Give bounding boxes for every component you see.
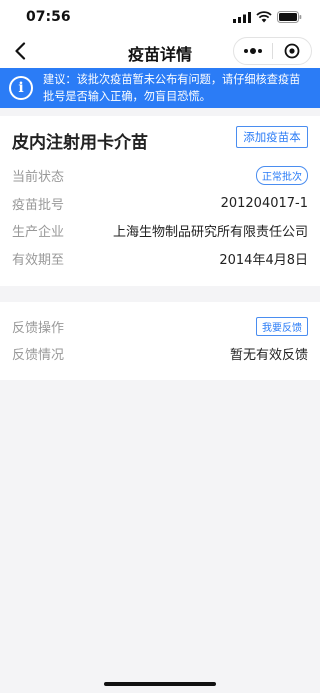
feedback-action-row: 反馈操作 我要反馈 <box>12 316 308 336</box>
status-label: 当前状态 <box>12 169 65 185</box>
notice-banner: i 建议：该批次疫苗暂未公布有问题，请仔细核查疫苗批号是否输入正确，勿盲目恐慌。 <box>0 68 320 108</box>
cellular-signal-icon <box>233 11 251 23</box>
target-circle-icon <box>284 43 300 59</box>
wifi-icon <box>256 11 272 23</box>
miniprogram-capsule <box>233 37 312 65</box>
status-row: 当前状态 正常批次 <box>12 165 308 185</box>
system-icons <box>233 11 302 23</box>
feedback-card: 反馈操作 我要反馈 反馈情况 暂无有效反馈 <box>0 302 320 380</box>
expiry-value: 2014年4月8日 <box>219 252 308 268</box>
give-feedback-button[interactable]: 我要反馈 <box>256 316 308 336</box>
status-badge: 正常批次 <box>256 165 308 185</box>
batch-number-value: 201204017-1 <box>220 195 308 211</box>
notice-text: 建议：该批次疫苗暂未公布有问题，请仔细核查疫苗批号是否输入正确，勿盲目恐慌。 <box>43 73 301 103</box>
feedback-status-label: 反馈情况 <box>12 347 65 363</box>
status-bar: 07:56 <box>0 0 320 34</box>
manufacturer-value: 上海生物制品研究所有限责任公司 <box>112 224 308 240</box>
info-icon: i <box>9 76 33 100</box>
feedback-action-label: 反馈操作 <box>12 320 65 336</box>
manufacturer-label: 生产企业 <box>12 224 65 240</box>
expiry-row: 有效期至 2014年4月8日 <box>12 248 308 268</box>
navigation-bar: 疫苗详情 <box>0 34 320 68</box>
manufacturer-row: 生产企业 上海生物制品研究所有限责任公司 <box>12 220 308 240</box>
expiry-label: 有效期至 <box>12 252 65 268</box>
home-indicator[interactable] <box>104 682 216 686</box>
more-dots-icon <box>244 48 262 54</box>
vaccine-name: 皮内注射用卡介苗 <box>12 133 148 153</box>
feedback-status-row: 反馈情况 暂无有效反馈 <box>12 343 308 363</box>
vaccine-info-card: 皮内注射用卡介苗 添加疫苗本 当前状态 正常批次 疫苗批号 201204017-… <box>0 116 320 286</box>
add-vaccine-book-button[interactable]: 添加疫苗本 <box>236 126 308 148</box>
batch-number-label: 疫苗批号 <box>12 197 65 213</box>
status-time: 07:56 <box>26 9 71 25</box>
more-button[interactable] <box>234 38 272 64</box>
batch-number-row: 疫苗批号 201204017-1 <box>12 193 308 213</box>
feedback-status-value: 暂无有效反馈 <box>229 347 308 363</box>
battery-icon <box>277 11 302 23</box>
close-miniprogram-button[interactable] <box>273 38 311 64</box>
